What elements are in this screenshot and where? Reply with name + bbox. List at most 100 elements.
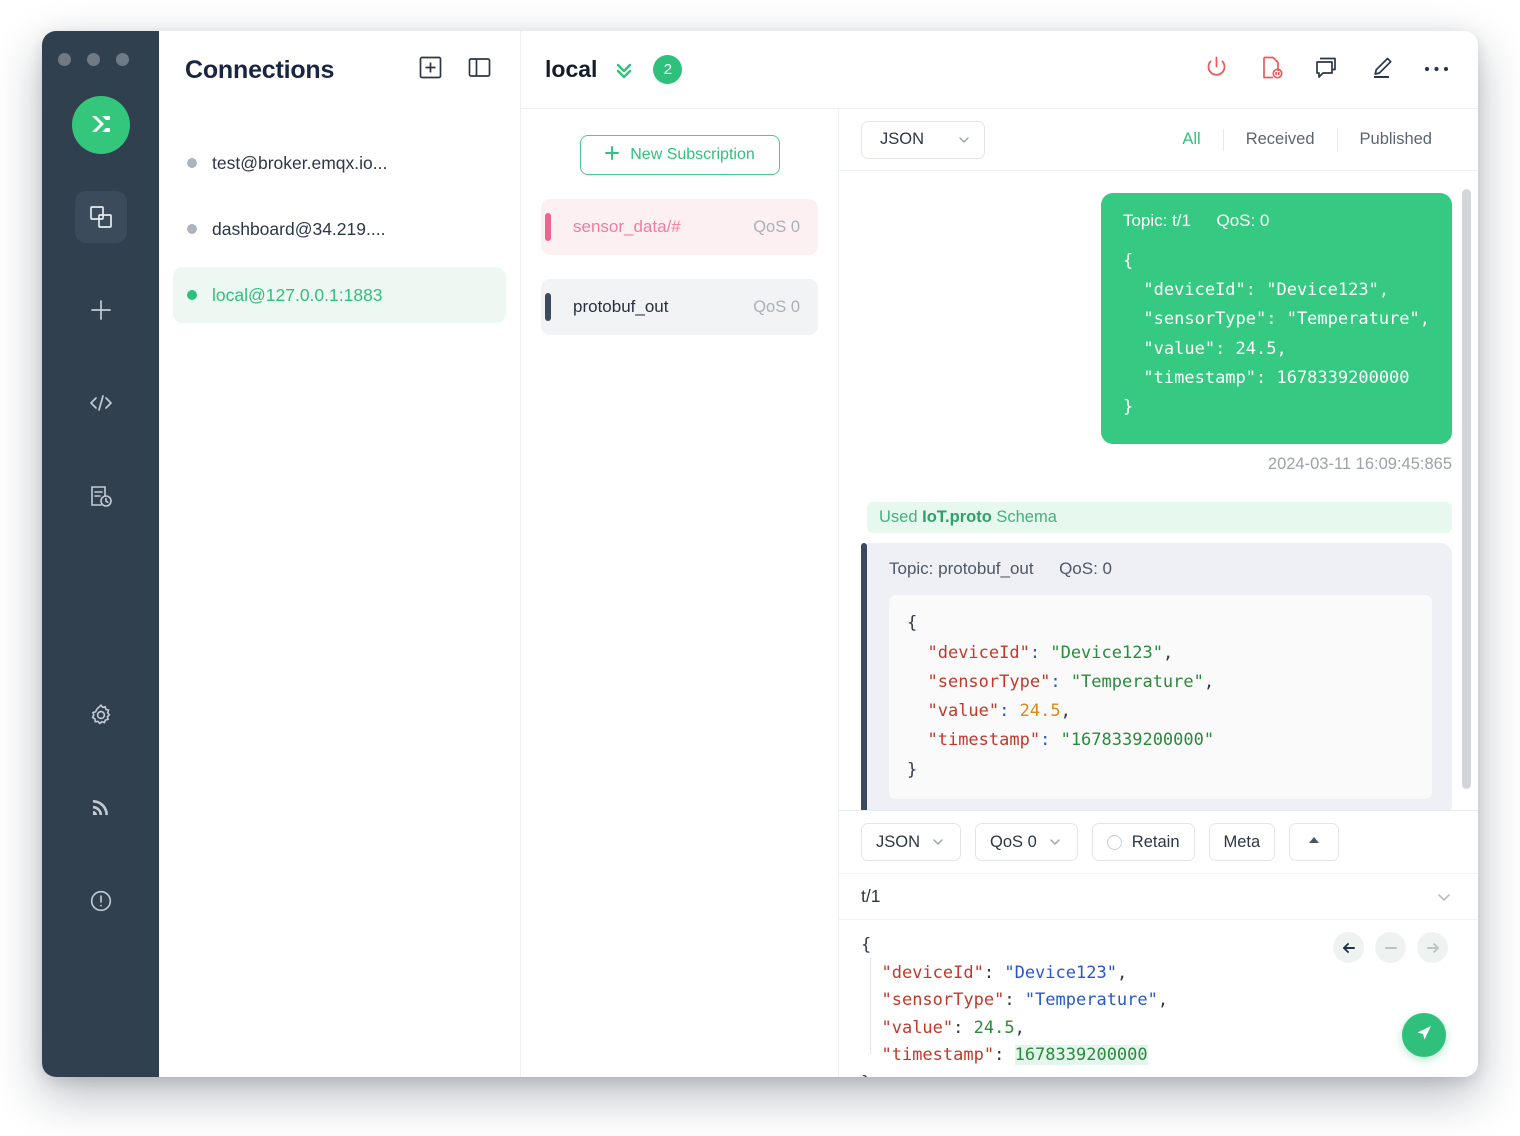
publish-format-select[interactable]: JSON [861,823,961,861]
subscription-color-bar [545,293,551,321]
json-key: "value" [881,1018,953,1038]
collapse-publish-button[interactable] [1289,823,1339,861]
meta-button[interactable]: Meta [1209,823,1276,861]
close-button[interactable] [58,53,71,66]
minimize-button[interactable] [87,53,100,66]
file-pause-icon[interactable] [1258,54,1285,86]
info-circle-icon [88,888,114,914]
message-meta: Topic: protobuf_out QoS: 0 [889,559,1432,579]
message-bubble: Topic: protobuf_out QoS: 0 { "deviceId":… [867,543,1452,810]
more-icon[interactable] [1423,61,1450,79]
message-filters: All Received Published [1160,129,1454,151]
connections-header: Connections [159,31,520,109]
filter-received[interactable]: Received [1224,130,1337,149]
status-dot [187,158,197,168]
sidebar-item-connections[interactable] [75,191,127,243]
chevron-down-icon[interactable] [1434,887,1454,907]
json-key: "sensorType" [881,990,1004,1010]
back-arrow-icon[interactable] [1333,932,1364,963]
rail-nav [42,191,159,968]
filter-all[interactable]: All [1160,130,1222,149]
zoom-button[interactable] [116,53,129,66]
subscription-qos: QoS 0 [753,298,800,317]
messages-list[interactable]: Topic: t/1 QoS: 0 { "deviceId": "Device1… [839,171,1478,810]
sidebar-item-about[interactable] [75,875,127,927]
connection-label: test@broker.emqx.io... [212,153,387,174]
toggle-sidebar-icon[interactable] [467,55,492,85]
sidebar-item-scripts[interactable] [75,377,127,429]
sidebar-item-log[interactable] [75,470,127,522]
retain-radio-icon [1107,835,1122,850]
publish-topic-value: t/1 [861,886,880,907]
add-connection-icon[interactable] [418,55,443,85]
chevron-double-down-icon[interactable] [612,58,636,82]
publish-payload-editor[interactable]: { "deviceId": "Device123", "sensorType":… [839,919,1478,1077]
subscription-item[interactable]: protobuf_out QoS 0 [541,279,818,335]
connection-label: dashboard@34.219.... [212,219,385,240]
json-colon: : [953,1018,963,1038]
minus-icon[interactable] [1375,932,1406,963]
json-value: 24.5 [974,1018,1015,1038]
connection-label: local@127.0.0.1:1883 [212,285,383,306]
subscription-item[interactable]: sensor_data/# QoS 0 [541,199,818,255]
subscriptions-panel: New Subscription sensor_data/# QoS 0 pro… [521,109,839,1077]
chevron-up-icon [1306,833,1322,852]
json-value: "Temperature" [1025,990,1158,1010]
session-actions [1203,54,1450,86]
schema-name: IoT.proto [922,508,992,526]
log-clock-icon [88,483,114,509]
window-traffic-lights[interactable] [58,53,129,66]
json-comma: , [1204,672,1214,692]
message-qos: QoS: 0 [1059,559,1112,578]
connections-header-actions [418,55,492,85]
power-icon[interactable] [1203,54,1230,86]
retain-toggle[interactable]: Retain [1092,823,1195,861]
json-key: "sensorType" [927,672,1050,692]
json-brace-open: { [861,935,871,955]
publish-topic-input[interactable]: t/1 [839,873,1478,919]
forward-arrow-icon[interactable] [1417,932,1448,963]
publish-qos-select[interactable]: QoS 0 [975,823,1078,861]
json-value: 1678339200000 [1015,1045,1148,1065]
message-item-received: Used IoT.proto Schema Topic: protobuf_ou… [861,474,1452,810]
messages-toolbar: JSON All Received Published [839,109,1478,171]
new-subscription-button[interactable]: New Subscription [580,135,780,175]
message-qos: QoS: 0 [1216,211,1269,230]
list-item[interactable]: test@broker.emqx.io... [173,135,506,191]
json-key: "value" [927,701,999,721]
json-comma: , [1117,963,1127,983]
send-button[interactable] [1402,1013,1446,1057]
schema-prefix: Used [879,508,918,526]
sidebar-item-settings[interactable] [75,689,127,741]
publish-panel: JSON QoS 0 [839,810,1478,1077]
gear-icon [88,702,114,728]
list-item[interactable]: dashboard@34.219.... [173,201,506,257]
status-dot [187,224,197,234]
json-comma: , [1158,990,1168,1010]
meta-label: Meta [1224,833,1261,852]
list-item[interactable]: local@127.0.0.1:1883 [173,267,506,323]
publish-qos-value: QoS 0 [990,833,1037,852]
chat-icon[interactable] [1313,54,1340,86]
json-key: "timestamp" [881,1045,994,1065]
payload-format-value: JSON [880,130,924,149]
sidebar-item-benchmark[interactable] [75,782,127,834]
schema-suffix: Schema [996,508,1057,526]
filter-published[interactable]: Published [1338,130,1454,149]
message-meta: Topic: t/1 QoS: 0 [1123,211,1430,231]
mqttx-logo-icon [72,96,130,154]
editor-nav-buttons [1333,932,1448,963]
json-colon: : [994,1045,1004,1065]
left-rail [42,31,159,1077]
app-window: Connections test@broker.emqx.io. [42,31,1478,1077]
sidebar-item-new[interactable] [75,284,127,336]
plus-icon [88,297,114,323]
messages-scrollbar[interactable] [1462,189,1471,789]
edit-icon[interactable] [1368,54,1395,86]
subscription-topic: protobuf_out [573,297,753,317]
publish-controls: JSON QoS 0 [839,811,1478,873]
json-key: "deviceId" [927,643,1029,663]
payload-format-select[interactable]: JSON [861,121,985,159]
json-key: "timestamp" [927,730,1040,750]
connections-panel: Connections test@broker.emqx.io. [159,31,521,1077]
